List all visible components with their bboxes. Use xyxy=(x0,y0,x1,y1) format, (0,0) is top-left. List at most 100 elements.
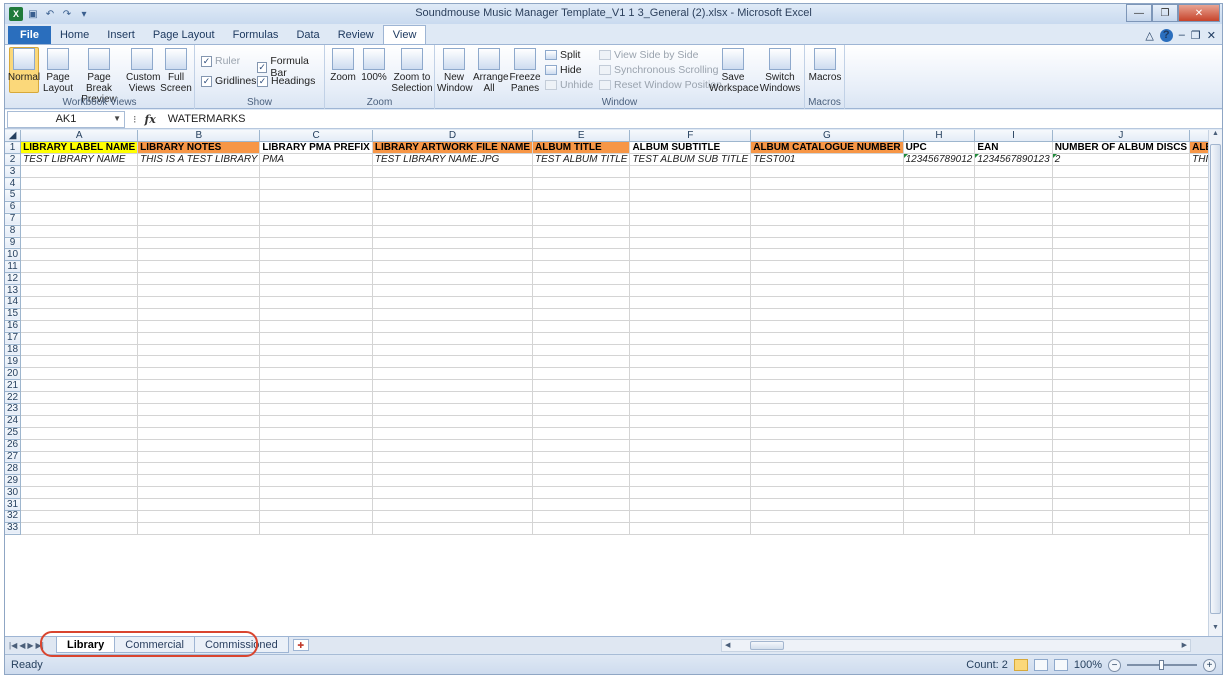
cell[interactable] xyxy=(20,248,139,262)
cell[interactable] xyxy=(20,486,139,500)
row-header[interactable]: 25 xyxy=(5,427,22,440)
cell[interactable] xyxy=(259,415,373,428)
row-header[interactable]: 6 xyxy=(5,201,22,214)
cell[interactable] xyxy=(903,379,976,393)
reset-window-position-button[interactable]: Reset Window Position xyxy=(599,79,722,91)
column-header-h[interactable]: H xyxy=(903,130,976,143)
cell[interactable] xyxy=(137,165,261,179)
cell[interactable] xyxy=(903,260,976,274)
cell[interactable] xyxy=(1052,284,1191,297)
row-header[interactable]: 26 xyxy=(5,439,22,452)
cell[interactable] xyxy=(259,332,373,345)
cell[interactable] xyxy=(629,272,752,286)
cell[interactable] xyxy=(1052,344,1191,357)
cell[interactable] xyxy=(372,260,534,274)
row-header[interactable]: 13 xyxy=(5,284,22,297)
cell[interactable] xyxy=(259,344,373,357)
cell[interactable] xyxy=(903,284,976,297)
cell[interactable] xyxy=(372,296,534,309)
cell[interactable] xyxy=(137,498,261,511)
cell[interactable] xyxy=(532,391,631,404)
cell[interactable] xyxy=(137,284,261,297)
cell[interactable] xyxy=(750,248,904,262)
cell[interactable] xyxy=(903,355,976,369)
insert-sheet-icon[interactable]: ✚ xyxy=(292,639,309,651)
cell[interactable] xyxy=(629,237,752,250)
cell[interactable] xyxy=(750,344,904,357)
cell[interactable] xyxy=(20,320,139,333)
formula-input[interactable]: WATERMARKS xyxy=(164,113,246,125)
cell[interactable]: THIS IS A TEST LIBRARY xyxy=(137,153,261,167)
column-header-g[interactable]: G xyxy=(750,130,904,143)
cell[interactable] xyxy=(750,165,904,179)
cell[interactable]: ALBUM TITLE xyxy=(532,141,631,155)
cell[interactable] xyxy=(903,248,976,262)
cell[interactable] xyxy=(372,486,534,500)
arrange-all-button[interactable]: Arrange All xyxy=(473,48,509,94)
cell[interactable] xyxy=(137,237,261,250)
cell[interactable] xyxy=(137,403,261,416)
cell[interactable] xyxy=(903,237,976,250)
cell[interactable] xyxy=(629,403,752,416)
cell[interactable] xyxy=(1052,237,1191,250)
cell[interactable] xyxy=(974,177,1053,190)
cell[interactable] xyxy=(20,213,139,226)
cell[interactable] xyxy=(903,367,976,381)
zoom-slider[interactable] xyxy=(1127,660,1197,670)
cell[interactable] xyxy=(20,451,139,464)
cell[interactable] xyxy=(20,355,139,369)
cell[interactable] xyxy=(259,201,373,214)
cell[interactable] xyxy=(1189,272,1210,286)
cell[interactable] xyxy=(372,451,534,464)
unhide-button[interactable]: Unhide xyxy=(545,79,593,91)
cell[interactable] xyxy=(974,391,1053,404)
cell[interactable] xyxy=(20,415,139,428)
tab-data[interactable]: Data xyxy=(287,26,328,44)
cell[interactable] xyxy=(532,201,631,214)
cell[interactable] xyxy=(532,474,631,488)
cell[interactable] xyxy=(1189,415,1210,428)
cell[interactable] xyxy=(259,165,373,179)
close-button[interactable]: ✕ xyxy=(1178,4,1220,22)
chevron-down-icon[interactable]: ▼ xyxy=(113,114,121,123)
cell[interactable] xyxy=(1189,474,1210,488)
restore-button[interactable]: ❐ xyxy=(1152,4,1178,22)
horizontal-scrollbar[interactable]: ◀ ▶ xyxy=(721,639,1191,652)
cell[interactable] xyxy=(629,486,752,500)
cell[interactable] xyxy=(903,320,976,333)
cell[interactable] xyxy=(532,439,631,452)
cell[interactable]: TEST ALBUM SUB TITLE xyxy=(629,153,752,167)
cell[interactable] xyxy=(1052,367,1191,381)
cell[interactable] xyxy=(1189,510,1210,523)
row-header[interactable]: 17 xyxy=(5,332,22,345)
cell[interactable] xyxy=(1189,248,1210,262)
cell[interactable] xyxy=(137,379,261,393)
cell[interactable] xyxy=(137,486,261,500)
cell[interactable] xyxy=(974,344,1053,357)
cell[interactable] xyxy=(259,403,373,416)
tab-file[interactable]: File xyxy=(8,26,51,44)
cell[interactable] xyxy=(372,201,534,214)
insert-function-icon[interactable]: fx xyxy=(145,113,156,126)
cell[interactable] xyxy=(259,260,373,274)
cell[interactable] xyxy=(137,474,261,488)
cell[interactable] xyxy=(750,296,904,309)
cell[interactable] xyxy=(259,427,373,440)
cell[interactable] xyxy=(1052,213,1191,226)
first-sheet-icon[interactable]: |◀ xyxy=(9,641,17,650)
cell[interactable]: 123456789012 xyxy=(903,153,976,167)
cell[interactable] xyxy=(1052,403,1191,416)
zoom-100-button[interactable]: 100% xyxy=(359,48,389,83)
cell[interactable] xyxy=(629,296,752,309)
scroll-up-icon[interactable]: ▲ xyxy=(1209,130,1222,142)
cell[interactable] xyxy=(750,403,904,416)
cell[interactable] xyxy=(903,498,976,511)
page-break-view-icon[interactable] xyxy=(1053,659,1068,671)
cell[interactable] xyxy=(1052,427,1191,440)
cell[interactable] xyxy=(137,248,261,262)
cell[interactable] xyxy=(1052,462,1191,476)
cell[interactable] xyxy=(20,189,139,202)
cell[interactable] xyxy=(259,237,373,250)
spreadsheet-grid[interactable]: ◢ A B C D E F G H I J K 1LIBRARY LABEL N… xyxy=(5,130,1210,636)
cell[interactable] xyxy=(20,260,139,274)
